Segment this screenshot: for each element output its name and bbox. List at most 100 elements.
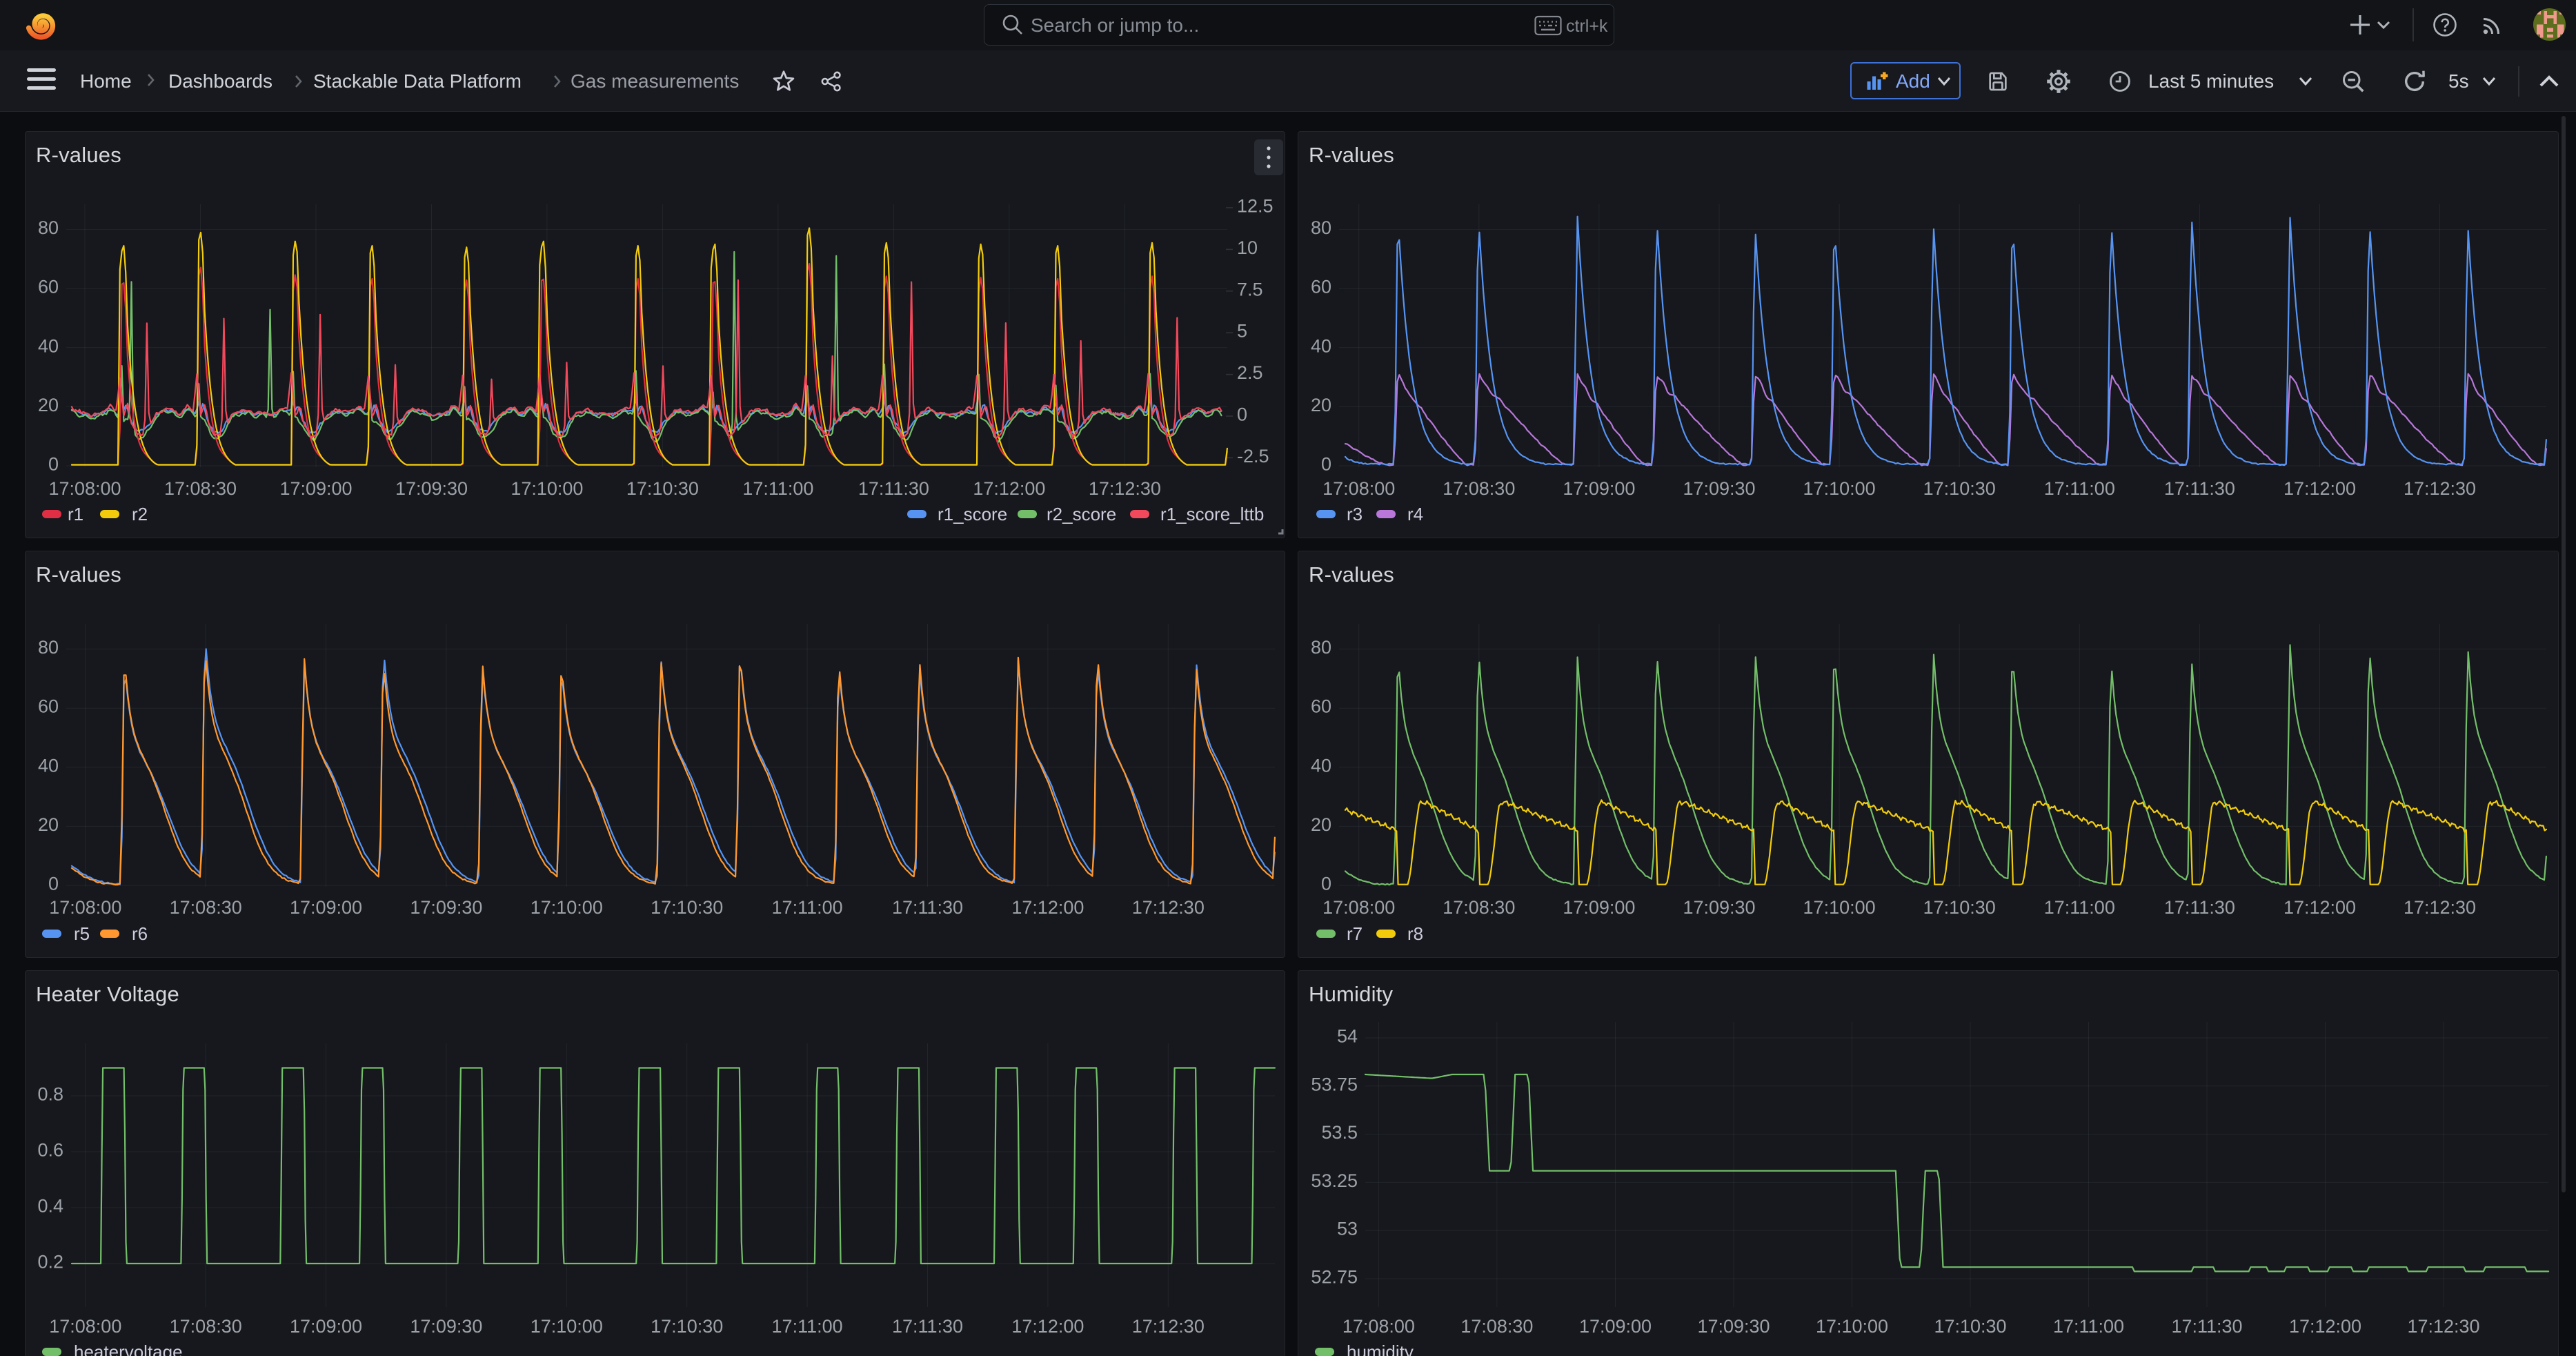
svg-text:17:10:30: 17:10:30	[651, 1316, 723, 1337]
svg-text:17:10:30: 17:10:30	[651, 897, 723, 918]
svg-text:17:09:30: 17:09:30	[1697, 1316, 1770, 1337]
svg-text:60: 60	[38, 277, 59, 297]
svg-text:17:11:30: 17:11:30	[892, 897, 963, 918]
svg-text:17:09:30: 17:09:30	[410, 1316, 482, 1337]
svg-text:80: 80	[1311, 637, 1331, 658]
svg-text:17:10:00: 17:10:00	[511, 478, 583, 499]
svg-text:17:09:00: 17:09:00	[290, 897, 362, 918]
svg-text:52.75: 52.75	[1311, 1267, 1358, 1288]
svg-text:17:11:00: 17:11:00	[772, 897, 843, 918]
svg-text:53.75: 53.75	[1311, 1074, 1358, 1094]
svg-text:17:12:00: 17:12:00	[2283, 897, 2356, 918]
svg-text:17:11:00: 17:11:00	[772, 1316, 843, 1337]
svg-text:17:09:30: 17:09:30	[395, 478, 468, 499]
svg-text:17:12:00: 17:12:00	[1011, 897, 1084, 918]
svg-text:heatervoltage: heatervoltage	[74, 1342, 183, 1356]
svg-text:5: 5	[1237, 321, 1247, 342]
svg-text:80: 80	[38, 637, 59, 658]
svg-text:R-values: R-values	[36, 562, 121, 587]
svg-text:40: 40	[38, 335, 59, 356]
svg-text:0.6: 0.6	[37, 1140, 63, 1161]
svg-text:17:09:00: 17:09:00	[279, 478, 352, 499]
svg-text:17:11:30: 17:11:30	[2164, 478, 2235, 499]
svg-text:17:09:30: 17:09:30	[1683, 478, 1755, 499]
svg-text:17:10:00: 17:10:00	[531, 897, 603, 918]
svg-text:r8: r8	[1407, 923, 1423, 944]
svg-text:2.5: 2.5	[1237, 362, 1263, 383]
svg-text:17:08:30: 17:08:30	[1443, 478, 1515, 499]
svg-text:r1_score_lttb: r1_score_lttb	[1160, 504, 1264, 524]
svg-text:17:10:00: 17:10:00	[531, 1316, 603, 1337]
svg-text:0.4: 0.4	[37, 1196, 63, 1217]
svg-text:80: 80	[1311, 217, 1331, 238]
svg-text:17:08:30: 17:08:30	[170, 1316, 242, 1337]
svg-text:17:12:30: 17:12:30	[1132, 897, 1205, 918]
svg-text:humidity: humidity	[1347, 1342, 1414, 1356]
svg-text:17:11:00: 17:11:00	[2044, 897, 2115, 918]
svg-text:17:12:00: 17:12:00	[2283, 478, 2356, 499]
svg-text:60: 60	[38, 696, 59, 717]
svg-text:54: 54	[1337, 1026, 1358, 1047]
svg-text:17:10:00: 17:10:00	[1803, 478, 1876, 499]
svg-text:r4: r4	[1407, 504, 1423, 524]
svg-text:17:08:30: 17:08:30	[1460, 1316, 1533, 1337]
svg-text:60: 60	[1311, 696, 1331, 717]
svg-text:0: 0	[1321, 874, 1331, 894]
svg-text:r1_score: r1_score	[938, 504, 1007, 524]
svg-text:20: 20	[1311, 395, 1331, 415]
svg-text:17:11:30: 17:11:30	[2171, 1316, 2242, 1337]
svg-text:17:12:30: 17:12:30	[2407, 1316, 2479, 1337]
svg-text:17:08:00: 17:08:00	[48, 478, 121, 499]
svg-text:r5: r5	[74, 923, 90, 944]
svg-text:17:12:30: 17:12:30	[2404, 478, 2476, 499]
svg-text:17:09:00: 17:09:00	[1563, 897, 1635, 918]
svg-text:17:08:00: 17:08:00	[49, 1316, 121, 1337]
svg-text:R-values: R-values	[1309, 143, 1394, 167]
svg-text:17:10:30: 17:10:30	[1923, 897, 1996, 918]
svg-text:17:08:30: 17:08:30	[164, 478, 237, 499]
svg-text:R-values: R-values	[1309, 562, 1394, 587]
svg-text:7.5: 7.5	[1237, 279, 1263, 299]
svg-text:40: 40	[1311, 755, 1331, 776]
svg-text:17:08:00: 17:08:00	[1322, 478, 1395, 499]
svg-text:53.25: 53.25	[1311, 1170, 1358, 1191]
svg-text:-2.5: -2.5	[1237, 446, 1269, 466]
svg-text:17:11:30: 17:11:30	[2164, 897, 2235, 918]
svg-text:0: 0	[48, 454, 59, 475]
svg-text:17:12:00: 17:12:00	[973, 478, 1045, 499]
svg-text:17:11:30: 17:11:30	[892, 1316, 963, 1337]
svg-text:17:09:30: 17:09:30	[1683, 897, 1755, 918]
svg-text:17:09:00: 17:09:00	[290, 1316, 362, 1337]
svg-text:17:10:00: 17:10:00	[1816, 1316, 1888, 1337]
svg-text:r7: r7	[1347, 923, 1363, 944]
svg-text:17:12:00: 17:12:00	[2289, 1316, 2361, 1337]
svg-text:17:10:30: 17:10:30	[1934, 1316, 2006, 1337]
svg-text:r6: r6	[132, 923, 148, 944]
svg-text:17:08:00: 17:08:00	[1343, 1316, 1415, 1337]
svg-text:r2_score: r2_score	[1047, 504, 1116, 524]
svg-text:0: 0	[48, 874, 59, 894]
svg-text:17:11:30: 17:11:30	[858, 478, 929, 499]
svg-text:r2: r2	[132, 504, 148, 524]
svg-text:17:09:30: 17:09:30	[410, 897, 482, 918]
svg-text:53.5: 53.5	[1321, 1122, 1358, 1143]
svg-text:17:10:30: 17:10:30	[1923, 478, 1996, 499]
svg-text:17:10:30: 17:10:30	[626, 478, 699, 499]
svg-text:17:12:30: 17:12:30	[2404, 897, 2476, 918]
svg-text:40: 40	[1311, 335, 1331, 356]
svg-text:17:08:30: 17:08:30	[170, 897, 242, 918]
svg-text:0: 0	[1237, 404, 1247, 425]
svg-text:17:12:00: 17:12:00	[1011, 1316, 1084, 1337]
svg-text:0.8: 0.8	[37, 1084, 63, 1105]
svg-text:53: 53	[1337, 1219, 1358, 1239]
svg-text:80: 80	[38, 217, 59, 238]
svg-text:0.2: 0.2	[37, 1252, 63, 1273]
svg-text:0: 0	[1321, 454, 1331, 475]
svg-text:17:09:00: 17:09:00	[1579, 1316, 1652, 1337]
svg-text:17:11:00: 17:11:00	[742, 478, 813, 499]
svg-text:r3: r3	[1347, 504, 1363, 524]
svg-text:10: 10	[1237, 237, 1258, 258]
svg-text:20: 20	[1311, 814, 1331, 835]
svg-text:17:08:00: 17:08:00	[1322, 897, 1395, 918]
svg-text:17:10:00: 17:10:00	[1803, 897, 1876, 918]
